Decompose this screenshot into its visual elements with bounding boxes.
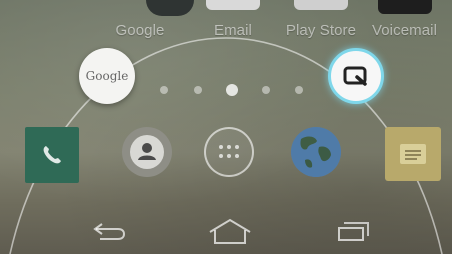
home-icon [209,218,251,244]
contact-icon [130,135,164,169]
recent-apps-icon [338,222,369,241]
app-drawer-button[interactable] [204,127,254,177]
home-button[interactable] [200,216,260,246]
back-button[interactable] [80,216,140,246]
recent-apps-button[interactable] [324,216,384,246]
phone-app[interactable] [25,127,79,183]
notes-icon [400,144,426,164]
dock: Google Email Play Store Voicemail [0,0,452,48]
qslide-icon [343,66,367,86]
navigation-bar [0,204,452,254]
voicemail-app-icon [377,0,432,14]
page-dot[interactable] [160,86,168,94]
page-dot[interactable] [262,86,270,94]
page-dot-active[interactable] [226,84,238,96]
google-shortcut-label: Google [85,69,129,83]
contacts-app[interactable] [122,127,172,177]
dock-item-voicemail[interactable]: Voicemail [357,0,452,48]
memo-app[interactable] [385,127,441,181]
page-dot[interactable] [295,86,303,94]
back-icon [93,223,126,240]
globe-icon [291,127,341,177]
page-dot[interactable] [194,86,202,94]
app-drawer-icon [219,145,239,158]
email-app-icon [206,0,260,10]
qslide-shortcut-button[interactable] [328,48,384,104]
dock-item-label: Voicemail [371,22,438,39]
page-indicator [150,84,320,96]
browser-app[interactable] [291,127,341,177]
phone-icon [43,146,61,164]
home-screen: Google Email Play Store Voicemail Google [0,0,452,254]
google-shortcut-button[interactable]: Google [79,48,135,104]
play-store-app-icon [294,0,348,10]
